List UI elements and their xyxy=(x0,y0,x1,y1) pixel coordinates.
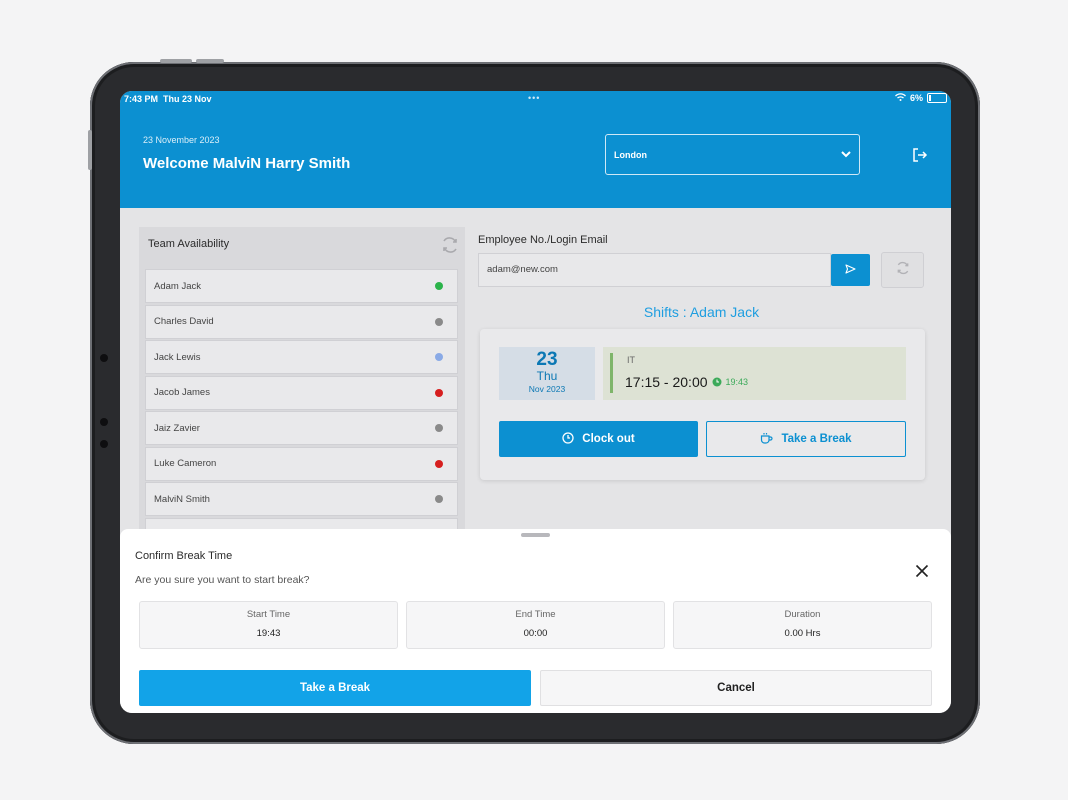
shift-hours: 17:15 - 20:00 19:43 xyxy=(625,374,748,390)
shift-details: IT 17:15 - 20:00 19:43 xyxy=(603,347,906,400)
reset-button[interactable] xyxy=(881,252,924,288)
team-member-row[interactable]: MalviN Smith xyxy=(145,482,458,516)
clock-out-label: Clock out xyxy=(582,433,635,445)
status-dot xyxy=(435,353,443,361)
sheet-subtitle: Are you sure you want to start break? xyxy=(135,574,310,586)
end-time-stat: End Time 00:00 xyxy=(406,601,665,649)
duration-label: Duration xyxy=(784,609,821,620)
start-time-label: Start Time xyxy=(246,609,291,620)
multitask-dots[interactable]: ••• xyxy=(528,93,540,103)
team-member-row[interactable]: Adam Jack xyxy=(145,269,458,303)
shift-date-box: 23 Thu Nov 2023 xyxy=(499,347,595,400)
employee-field-label: Employee No./Login Email xyxy=(478,234,608,246)
status-dot xyxy=(435,282,443,290)
end-time-value: 00:00 xyxy=(523,628,548,639)
chevron-down-icon xyxy=(841,150,851,160)
logout-button[interactable] xyxy=(912,148,928,167)
take-break-button[interactable]: Take a Break xyxy=(706,421,906,457)
team-list: Adam Jack Charles David Jack Lewis Jacob… xyxy=(145,269,458,553)
team-member-row[interactable]: Luke Cameron xyxy=(145,446,458,481)
team-member-name: Luke Cameron xyxy=(154,458,217,469)
status-dot xyxy=(435,495,443,503)
employee-email-input[interactable]: adam@new.com xyxy=(478,253,831,287)
confirm-break-sheet: Confirm Break Time Are you sure you want… xyxy=(120,529,951,713)
confirm-take-break-button[interactable]: Take a Break xyxy=(139,670,531,706)
start-time-stat: Start Time 19:43 xyxy=(139,601,398,649)
battery-icon xyxy=(927,93,947,103)
team-member-row[interactable]: Jaiz Zavier xyxy=(145,411,458,445)
clock-in-time: 19:43 xyxy=(725,377,749,387)
shift-department: IT xyxy=(627,355,635,365)
send-icon xyxy=(845,261,856,279)
status-bar-time: 7:43 PM Thu 23 Nov xyxy=(124,94,212,104)
shift-time-range: 17:15 - 20:00 xyxy=(625,374,708,390)
status-bar-right: 6% xyxy=(895,93,947,103)
refresh-icon xyxy=(896,261,910,280)
team-member-name: Charles David xyxy=(154,316,214,327)
clock-out-button[interactable]: Clock out xyxy=(499,421,698,457)
app-header: 7:43 PM Thu 23 Nov ••• 6% 23 November 20… xyxy=(120,91,951,208)
team-member-name: Adam Jack xyxy=(154,280,201,292)
duration-stat: Duration 0.00 Hrs xyxy=(673,601,932,649)
shift-day-number: 23 xyxy=(536,349,558,370)
welcome-text: Welcome MalviN Harry Smith xyxy=(143,155,351,172)
status-dot xyxy=(435,388,443,397)
volume-button xyxy=(160,59,192,63)
sheet-grabber[interactable] xyxy=(521,533,550,537)
team-member-row[interactable]: Jacob James xyxy=(145,375,458,410)
team-member-row[interactable]: Charles David xyxy=(145,304,458,339)
send-button[interactable] xyxy=(831,254,870,286)
volume-button xyxy=(196,59,224,63)
shift-indicator-bar xyxy=(610,353,613,393)
clock-icon xyxy=(562,431,574,447)
team-member-row[interactable]: Jack Lewis xyxy=(145,340,458,374)
team-refresh-button[interactable] xyxy=(441,236,459,259)
clock-icon xyxy=(712,374,722,390)
shifts-title: Shifts : Adam Jack xyxy=(643,304,760,320)
team-member-name: MalviN Smith xyxy=(154,493,210,505)
status-dot xyxy=(435,424,443,432)
camera-dot xyxy=(100,440,108,448)
sheet-title: Confirm Break Time xyxy=(135,550,233,562)
end-time-label: End Time xyxy=(515,609,556,620)
shift-day-name: Thu xyxy=(536,369,558,383)
team-member-name: Jack Lewis xyxy=(154,351,201,363)
camera-dot xyxy=(100,354,108,362)
team-member-name: Jaiz Zavier xyxy=(154,422,200,434)
status-dot xyxy=(435,317,443,326)
status-dot xyxy=(435,459,443,468)
team-availability-title: Team Availability xyxy=(148,238,230,250)
start-time-value: 19:43 xyxy=(256,628,281,639)
header-date: 23 November 2023 xyxy=(143,135,220,145)
location-select[interactable]: London xyxy=(605,134,860,175)
app-screen: 7:43 PM Thu 23 Nov ••• 6% 23 November 20… xyxy=(120,91,951,713)
camera-dot xyxy=(100,418,108,426)
close-button[interactable] xyxy=(915,564,929,583)
refresh-icon xyxy=(441,237,459,258)
take-break-label: Take a Break xyxy=(781,433,852,445)
logout-icon xyxy=(912,148,928,166)
location-value: London xyxy=(614,149,647,160)
battery-percent: 6% xyxy=(909,93,923,103)
shift-month-year: Nov 2023 xyxy=(528,384,566,394)
power-button xyxy=(88,130,92,170)
shift-card: 23 Thu Nov 2023 IT 17:15 - 20:00 19:43 C… xyxy=(480,329,925,480)
duration-value: 0.00 Hrs xyxy=(784,628,821,639)
team-availability-panel: Team Availability Adam Jack Charles Davi… xyxy=(139,227,465,552)
coffee-cup-icon xyxy=(760,432,773,447)
close-icon xyxy=(915,564,929,582)
team-member-name: Jacob James xyxy=(154,387,210,398)
wifi-icon xyxy=(895,93,906,103)
cancel-button[interactable]: Cancel xyxy=(540,670,932,706)
